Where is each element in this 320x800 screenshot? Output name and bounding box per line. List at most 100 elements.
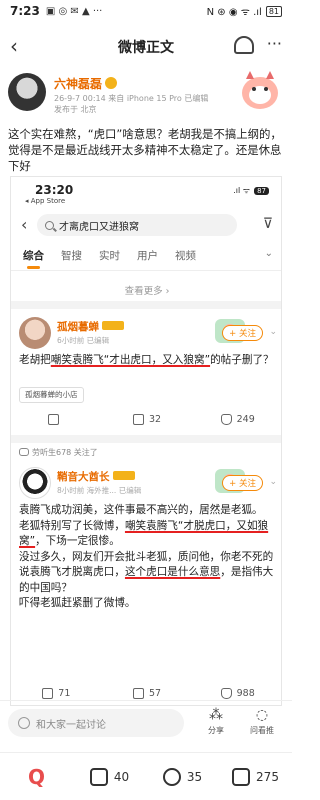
tab-smart[interactable]: 智搜 xyxy=(61,245,82,270)
q-icon: Q xyxy=(27,764,45,789)
mascot-icon xyxy=(242,71,278,109)
shop-name: 孤烟暮蝉的小店 xyxy=(25,390,78,399)
like-button[interactable]: 275 xyxy=(219,767,292,786)
user-name-text: 鞘音大酋长 xyxy=(57,471,110,483)
comment-button[interactable]: 35 xyxy=(146,767,219,786)
search-tabs: 综合 智搜 实时 用户 视频 ⌄ xyxy=(11,245,281,271)
paragraph-2: 老狐特别写了长微博，嘲笑袁腾飞“才脱虎口，又如狼窝”，下场一定很惨。 xyxy=(19,519,277,550)
divider xyxy=(11,435,281,443)
embedded-screenshot: 23:20 ◂ App Store .ıl ᯤ 87 ‹ 才离虎口又进狼窝 ⊽ … xyxy=(10,176,282,706)
repost-button[interactable]: 40 xyxy=(73,767,146,786)
screenshot-time: 23:20 xyxy=(35,183,74,197)
status-right: N ⊛ ◉ ᯤ .ıl 81 xyxy=(207,4,282,18)
underlined-text: 这个虎口是什么意思 xyxy=(124,566,221,578)
screenshot-status-bar: 23:20 ◂ App Store .ıl ᯤ 87 xyxy=(11,177,281,207)
like-icon xyxy=(232,767,251,786)
comment-count: 57 xyxy=(148,687,162,699)
comment-icon xyxy=(132,413,144,425)
signal-icon: .ıl ᯤ xyxy=(233,186,251,195)
see-more-link[interactable]: 查看更多 › xyxy=(11,283,281,297)
status-bar: 7:23 ▣ ◎ ✉ ▲ ··· N ⊛ ◉ ᯤ .ıl 81 xyxy=(0,0,292,22)
post-header: 六神磊磊 26-9-7 00:14 来自 iPhone 15 Pro 已编辑 发… xyxy=(8,71,284,123)
battery-icon: 81 xyxy=(265,5,282,17)
post-text: 袁腾飞成功润美，这件事最不高兴的，居然是老狐。 老狐特别写了长微博，嘲笑袁腾飞“… xyxy=(19,503,277,612)
verified-badge-icon xyxy=(105,77,118,89)
tab-realtime[interactable]: 实时 xyxy=(99,245,120,270)
filter-icon[interactable]: ⊽ xyxy=(263,216,273,232)
repost-icon xyxy=(89,767,108,786)
share-icon: ⁂ xyxy=(209,707,223,723)
vip-badge-icon xyxy=(112,471,135,480)
post-text: 老胡把嘲笑袁腾飞“才出虎口，又入狼窝”的帖子删了？ xyxy=(19,353,277,369)
user-name[interactable]: 孤烟暮蝉 xyxy=(57,319,124,334)
tab-comprehensive[interactable]: 综合 xyxy=(23,245,44,270)
repost-count: 71 xyxy=(58,687,71,699)
comment-count: 32 xyxy=(148,413,162,425)
avatar[interactable] xyxy=(19,317,51,349)
screenshot-battery: 87 xyxy=(254,186,269,195)
notification-icons: ▣ ◎ ✉ ▲ ··· xyxy=(45,5,103,17)
like-count: 249 xyxy=(236,413,255,425)
comment-placeholder: 和大家一起讨论 xyxy=(36,719,106,731)
divider xyxy=(11,301,281,309)
followed-by-text: 劳听生678 关注了 xyxy=(32,448,98,457)
like-icon xyxy=(220,687,232,699)
search-result-card: 孤烟暮蝉 6小时前 已编辑 + 关注 ⌄ 老胡把嘲笑袁腾飞“才出虎口，又入狼窝”… xyxy=(11,309,281,435)
paragraph-1: 袁腾飞成功润美，这件事最不高兴的，居然是老狐。 xyxy=(19,504,263,516)
follow-button[interactable]: + 关注 xyxy=(222,325,263,341)
chevron-down-icon[interactable]: ⌄ xyxy=(269,327,277,337)
repost-button[interactable] xyxy=(11,409,102,429)
comment-icon xyxy=(132,687,144,699)
comment-button[interactable]: 32 xyxy=(102,409,193,429)
app-store-back: ◂ App Store xyxy=(25,197,66,205)
paragraph-4: 吓得老狐赶紧删了微博。 xyxy=(19,597,136,609)
chevron-down-icon[interactable]: ⌄ xyxy=(269,477,277,487)
text-segment: 老狐特别写了长微博， xyxy=(19,519,125,532)
comment-icon xyxy=(162,767,181,786)
like-count: 275 xyxy=(256,769,279,784)
search-result-card: 劳听生678 关注了 鞘音大酋长 8小时前 海外推... 已编辑 + 关注 ⌄ … xyxy=(11,443,281,705)
post-meta: 26-9-7 00:14 来自 iPhone 15 Pro 已编辑 xyxy=(54,94,209,103)
emoji-icon xyxy=(18,717,30,729)
author-name[interactable]: 六神磊磊 xyxy=(54,75,118,92)
follow-note-icon xyxy=(19,448,29,456)
paragraph-3: 没过多久，网友们开会批斗老狐，质问他，你老不死的说袁腾飞才脱离虎口，这个虎口是什… xyxy=(19,550,277,597)
text-segment: ，下场一定很惨。 xyxy=(35,535,120,547)
weibo-q-button[interactable]: Q xyxy=(0,765,73,789)
signal-icons: N ⊛ ◉ ᯤ .ıl xyxy=(206,7,262,18)
status-time: 7:23 xyxy=(10,4,40,18)
like-button[interactable]: 249 xyxy=(192,409,281,429)
question-icon: ◌ xyxy=(255,707,269,723)
action-bar: 32 249 xyxy=(11,409,281,429)
tab-users[interactable]: 用户 xyxy=(137,245,158,270)
underlined-text: 嘲笑袁腾飞“才出虎口，又入狼窝” xyxy=(50,354,211,366)
follow-button[interactable]: + 关注 xyxy=(222,475,263,491)
text-segment: 的帖子删了？ xyxy=(210,354,274,366)
headphone-icon[interactable] xyxy=(234,36,254,54)
comment-bar: 和大家一起讨论 ⁂ 分享 ◌ 问看推 xyxy=(0,700,292,746)
more-icon[interactable]: ··· xyxy=(267,34,282,53)
shop-link[interactable]: 孤烟暮蝉的小店 xyxy=(19,387,84,403)
screenshot-status-right: .ıl ᯤ 87 xyxy=(233,185,269,196)
back-icon[interactable]: ‹ xyxy=(21,215,27,234)
avatar[interactable] xyxy=(8,73,46,111)
search-query: 才离虎口又进狼窝 xyxy=(59,221,139,233)
nav-bar: ‹ 微博正文 ··· xyxy=(0,28,292,62)
comment-input[interactable]: 和大家一起讨论 xyxy=(8,709,184,737)
followed-by-line: 劳听生678 关注了 xyxy=(19,447,98,458)
avatar[interactable] xyxy=(19,467,51,499)
repost-count: 40 xyxy=(113,769,130,784)
user-name[interactable]: 鞘音大酋长 xyxy=(57,469,135,484)
tab-video[interactable]: 视频 xyxy=(175,245,196,270)
chevron-down-icon[interactable]: ⌄ xyxy=(265,248,273,259)
post-meta: 6小时前 已编辑 xyxy=(57,336,110,345)
vip-badge-icon xyxy=(102,321,124,330)
text-segment: 老胡把 xyxy=(19,354,51,366)
search-row: ‹ 才离虎口又进狼窝 ⊽ xyxy=(11,211,281,239)
ask-button[interactable]: ◌ 问看推 xyxy=(242,707,282,736)
share-button[interactable]: ⁂ 分享 xyxy=(196,707,236,736)
search-input[interactable]: 才离虎口又进狼窝 xyxy=(37,214,237,236)
repost-icon xyxy=(42,687,54,699)
post-text: 这个实在难熬，“虎口”啥意思？老胡我是不搞上纲的，觉得是不是最近战线开太多精神不… xyxy=(8,127,282,173)
search-icon xyxy=(45,220,54,230)
